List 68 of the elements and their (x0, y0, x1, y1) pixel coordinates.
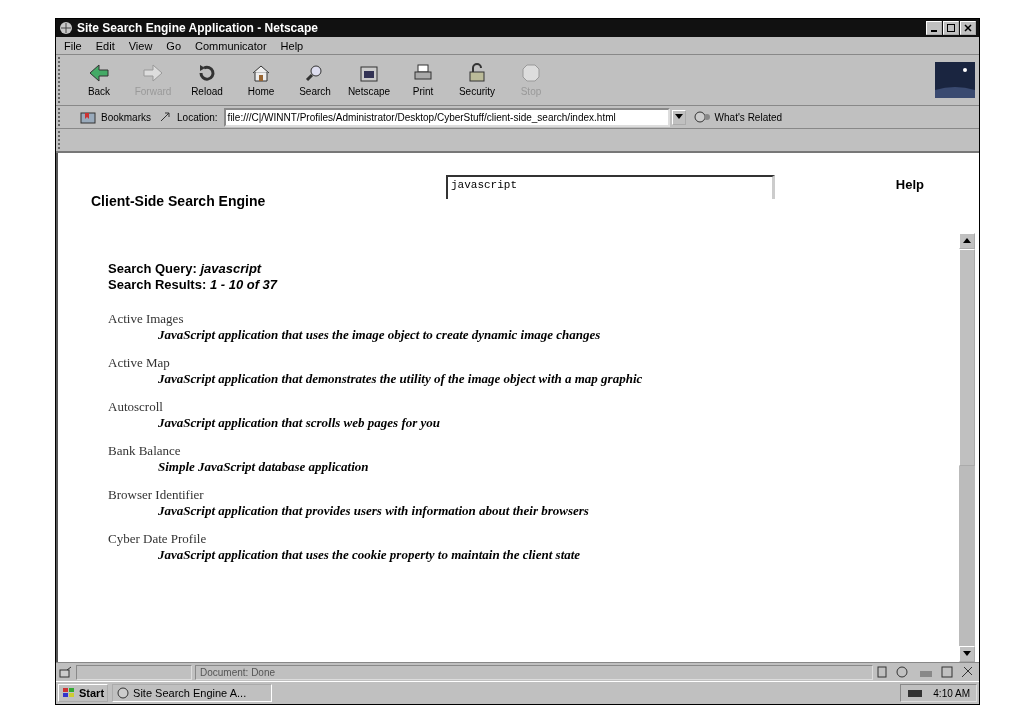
result-description: JavaScript application that demonstrates the utility of the image object with a map graphic (158, 371, 643, 387)
left-arrow-icon (88, 63, 110, 83)
app-icon (116, 687, 131, 699)
bookmarks-button[interactable]: Bookmarks (78, 110, 153, 124)
status-text: Document: Done (195, 664, 873, 680)
url-field[interactable]: file:///C|/WINNT/Profiles/Administrator/Desktop/CyberStuff/client-side_search/index.html (223, 107, 670, 127)
close-button[interactable] (960, 21, 976, 35)
result-description: JavaScript application that uses the image object to create dynamic image changes (158, 327, 601, 343)
tray-icon (907, 688, 924, 698)
link-arrow-icon (159, 111, 171, 123)
result-link[interactable]: Cyber Date Profile (108, 531, 207, 547)
stop-icon (520, 63, 542, 83)
house-icon (250, 63, 272, 83)
search-summary: Search Results: 1 - 10 of 37 (108, 277, 279, 293)
result-description: JavaScript application that provides users with information about their browsers (158, 503, 589, 519)
caret-icon (674, 114, 683, 120)
clock: 4:10 AM (933, 687, 970, 699)
result-link[interactable]: Active Map (108, 355, 170, 371)
result-description: Simple JavaScript database application (158, 459, 369, 475)
minimize-icon (931, 30, 937, 32)
up-arrow-icon (963, 238, 971, 244)
close-icon (963, 23, 973, 33)
toggle-icon (693, 110, 712, 124)
toolbar-button[interactable]: Home (234, 63, 288, 97)
menu-item[interactable]: View (128, 39, 153, 52)
minimize-button[interactable] (926, 21, 942, 35)
location-label: Location: (177, 111, 218, 123)
printer-icon (412, 63, 434, 83)
maximize-button[interactable] (943, 21, 959, 35)
maximize-icon (946, 23, 956, 33)
result-description: JavaScript application that scrolls web pages for you (158, 415, 441, 431)
toolbar-button[interactable]: Back (72, 63, 126, 97)
window-title: Site Search Engine Application - Netscape (77, 21, 318, 35)
start-button[interactable]: Start (58, 684, 109, 702)
scroll-down-button[interactable] (959, 646, 975, 662)
menu-item[interactable]: Go (166, 39, 182, 52)
netscape-logo (935, 62, 975, 98)
result-link[interactable]: Autoscroll (108, 399, 163, 415)
toolbar-button[interactable]: Security (450, 63, 504, 97)
result-link[interactable]: Bank Balance (108, 443, 181, 459)
toolbar-button[interactable]: Print (396, 63, 450, 97)
right-arrow-icon (142, 63, 164, 83)
connection-icon (59, 666, 73, 678)
menu-item[interactable]: Help (280, 39, 304, 52)
bookmark-icon (80, 110, 98, 124)
menu-item[interactable]: Edit (95, 39, 115, 52)
help-link[interactable]: Help (895, 177, 924, 192)
toolbar-button[interactable]: Reload (180, 63, 234, 97)
menu-item[interactable]: Communicator (195, 39, 267, 52)
taskbar-button[interactable]: Site Search Engine A... (112, 684, 273, 702)
dropdown-button[interactable] (671, 109, 686, 125)
app-icon (59, 21, 73, 35)
down-arrow-icon (963, 651, 971, 657)
result-link[interactable]: Active Images (108, 311, 184, 327)
padlock-icon (466, 63, 488, 83)
search-field[interactable]: javascript (446, 175, 775, 199)
scroll-up-button[interactable] (959, 233, 975, 249)
result-description: JavaScript application that uses the cookie property to maintain the client state (158, 547, 581, 563)
scroll-thumb[interactable] (959, 249, 975, 466)
menu-item[interactable]: File (64, 39, 82, 52)
page-heading: Client-Side Search Engine (91, 193, 267, 209)
toolbar-button[interactable]: Netscape (342, 63, 396, 97)
whats-related-button[interactable]: What's Related (691, 110, 785, 124)
search-query: Search Query: javascript (108, 261, 263, 277)
windows-flag-icon (62, 687, 76, 699)
monitor-icon (358, 63, 380, 83)
result-link[interactable]: Browser Identifier (108, 487, 204, 503)
toolbar-button[interactable]: Search (288, 63, 342, 97)
